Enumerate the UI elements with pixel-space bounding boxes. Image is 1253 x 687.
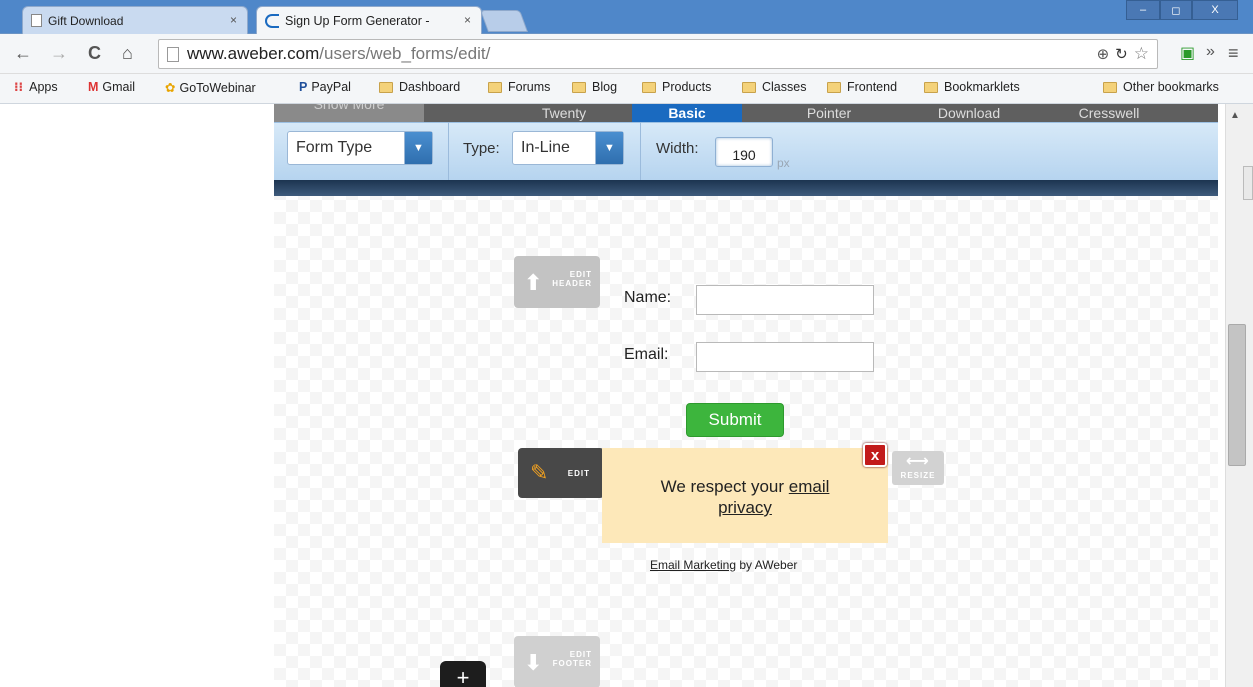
folder-icon [827, 81, 841, 93]
resize-handle[interactable]: ⟷ RESIZE [892, 451, 944, 485]
tab-strip: Gift Download × Sign Up Form Generator -… [0, 0, 1253, 34]
folder-icon [642, 81, 656, 93]
arrow-down-icon: ⬇ [524, 650, 544, 675]
arrow-up-icon: ⬆ [524, 270, 544, 295]
close-tab-icon[interactable]: × [230, 13, 237, 27]
page-icon [31, 14, 42, 27]
type-value: In-Line [521, 139, 570, 156]
name-label: Name: [624, 289, 672, 306]
email-input[interactable] [696, 342, 874, 372]
bookmarks-bar: ⁝⁝ Apps M Gmail ✿ GoToWebinar P PayPal D… [0, 74, 1253, 104]
folder-icon [572, 81, 586, 93]
email-marketing-link[interactable]: Email Marketing [650, 558, 736, 572]
resize-arrows-icon: ⟷ [906, 453, 930, 470]
credit-line: Email Marketing by AWeber [650, 558, 798, 572]
menu-icon[interactable]: ≡ [1228, 43, 1239, 64]
tab-title: Sign Up Form Generator - [285, 13, 430, 28]
overflow-icon[interactable]: » [1206, 43, 1215, 61]
template-cresswell[interactable]: Cresswell [1054, 104, 1164, 122]
extension-icon[interactable]: ↻ [1115, 45, 1128, 63]
star-icon[interactable]: ☆ [1134, 44, 1149, 64]
email-privacy-link-2[interactable]: privacy [718, 498, 772, 517]
url-path: /users/web_forms/edit/ [319, 44, 491, 63]
gmail-icon: M [88, 80, 99, 94]
apps-icon: ⁝⁝ [14, 80, 24, 94]
form-type-dropdown[interactable]: Form Type ▼ [287, 131, 433, 165]
reload-icon[interactable]: C [88, 43, 101, 64]
bookmark-dashboard[interactable]: Dashboard [379, 80, 460, 94]
close-window-button[interactable]: X [1192, 0, 1238, 20]
browser-toolbar: ← → C ⌂ www.aweber.com /users/web_forms/… [0, 34, 1253, 74]
folder-icon [379, 81, 393, 93]
scroll-up-icon[interactable]: ▲ [1230, 110, 1240, 121]
tab-sign-up-form-generator[interactable]: Sign Up Form Generator - × [256, 6, 482, 34]
template-pointer[interactable]: Pointer [774, 104, 884, 122]
aweber-icon [265, 13, 279, 28]
scrollbar-thumb[interactable] [1228, 324, 1246, 466]
template-twenty[interactable]: Twenty [514, 104, 614, 122]
extension-icon[interactable]: ▣ [1180, 43, 1195, 63]
width-label: Width: [656, 140, 699, 157]
forward-icon[interactable]: → [50, 43, 68, 64]
add-element-button[interactable]: + [440, 661, 486, 687]
bookmark-blog[interactable]: Blog [572, 80, 617, 94]
bookmark-gmail[interactable]: M Gmail [88, 80, 135, 94]
bookmark-forums[interactable]: Forums [488, 80, 550, 94]
bookmark-apps[interactable]: ⁝⁝ Apps [14, 80, 58, 94]
bookmark-classes[interactable]: Classes [742, 80, 806, 94]
gotowebinar-icon: ✿ [165, 81, 176, 95]
folder-icon [742, 81, 756, 93]
divider [640, 122, 641, 180]
email-label: Email: [624, 346, 669, 363]
new-tab-button[interactable] [479, 10, 529, 32]
address-bar[interactable]: www.aweber.com /users/web_forms/edit/ ⊕ … [158, 39, 1158, 69]
paypal-icon: P [299, 80, 308, 94]
folder-icon [488, 81, 502, 93]
privacy-note: We respect your email privacy [602, 448, 888, 543]
folder-icon [924, 81, 938, 93]
edit-footer-button[interactable]: ⬇ EDIT FOOTER [514, 636, 600, 687]
form-type-label: Form Type [296, 139, 373, 156]
minimize-button[interactable]: – [1126, 0, 1160, 20]
show-more-button[interactable]: Show More [274, 104, 424, 122]
page-icon [167, 46, 179, 62]
width-input[interactable]: 190 [715, 137, 773, 167]
canvas-header-strip [274, 180, 1218, 196]
bookmark-gotowebinar[interactable]: ✿ GoToWebinar [165, 80, 256, 96]
folder-icon [1103, 81, 1117, 93]
bookmark-frontend[interactable]: Frontend [827, 80, 897, 94]
edit-header-button[interactable]: ⬆ EDIT HEADER [514, 256, 600, 308]
name-input[interactable] [696, 285, 874, 315]
edit-button[interactable]: ✎ EDIT [518, 448, 604, 498]
back-icon[interactable]: ← [14, 43, 32, 64]
maximize-button[interactable]: ◻ [1160, 0, 1192, 20]
bookmark-products[interactable]: Products [642, 80, 711, 94]
divider [448, 122, 449, 180]
template-basic[interactable]: Basic [632, 104, 742, 122]
zoom-icon[interactable]: ⊕ [1097, 45, 1110, 63]
tab-title: Gift Download [48, 13, 124, 28]
side-panel-handle[interactable] [1243, 166, 1253, 200]
bookmark-paypal[interactable]: P PayPal [299, 80, 351, 94]
type-label: Type: [463, 140, 500, 157]
width-unit: px [777, 156, 790, 170]
chevron-down-icon: ▼ [595, 132, 623, 164]
type-dropdown[interactable]: In-Line ▼ [512, 131, 624, 165]
url-host: www.aweber.com [187, 44, 320, 63]
home-icon[interactable]: ⌂ [122, 43, 133, 64]
bookmark-other[interactable]: Other bookmarks [1103, 80, 1219, 94]
tab-gift-download[interactable]: Gift Download × [22, 6, 248, 34]
close-icon[interactable]: x [863, 443, 887, 467]
pencil-icon: ✎ [530, 460, 550, 485]
submit-button[interactable]: Submit [686, 403, 784, 437]
template-download[interactable]: Download [914, 104, 1024, 122]
email-privacy-link[interactable]: email [789, 477, 830, 496]
page-content: Twenty Basic Pointer Download Cresswell … [0, 104, 1253, 687]
close-tab-icon[interactable]: × [464, 13, 471, 27]
bookmark-bookmarklets[interactable]: Bookmarklets [924, 80, 1020, 94]
chevron-down-icon: ▼ [404, 132, 432, 164]
